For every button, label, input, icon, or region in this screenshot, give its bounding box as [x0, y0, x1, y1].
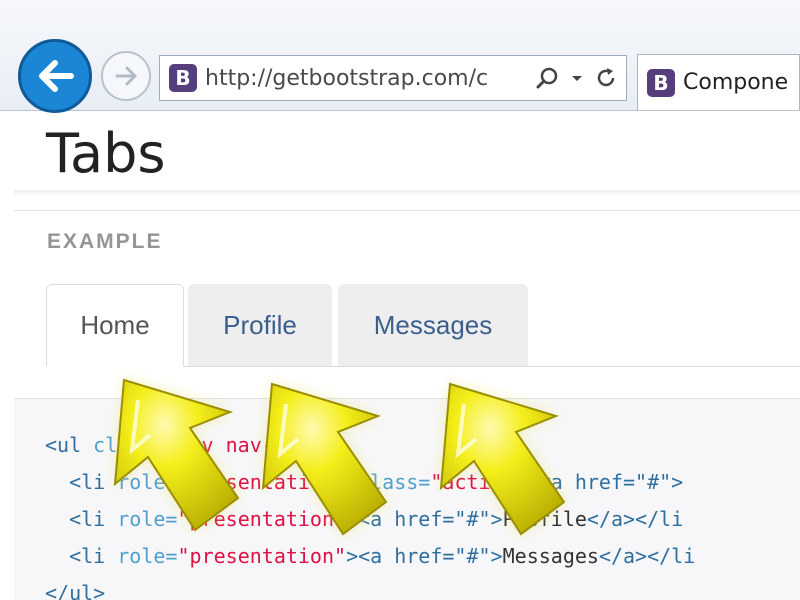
tab-label: Home — [80, 310, 150, 340]
bootstrap-favicon-icon: B — [169, 64, 197, 92]
code-line: <li role="presentation"><a href="#">Prof… — [69, 507, 684, 531]
browser-toolbar: B http://getbootstrap.com/c B Compone — [0, 0, 800, 113]
code-line: <ul class="nav nav-tabs"> — [45, 433, 347, 457]
forward-button[interactable] — [101, 51, 151, 101]
browser-tab-title: Compone — [683, 70, 789, 95]
heading-divider — [14, 190, 800, 196]
code-line: <li role="presentation"><a href="#">Mess… — [69, 544, 696, 568]
tab-label: Profile — [223, 309, 297, 340]
address-bar[interactable]: B http://getbootstrap.com/c — [159, 55, 627, 101]
code-line: </ul> — [45, 581, 106, 600]
code-block: <ul class="nav nav-tabs"> <li role="pres… — [14, 398, 800, 600]
search-icon[interactable] — [536, 66, 560, 90]
tab-label: Messages — [373, 309, 493, 340]
browser-tab[interactable]: B Compone — [637, 54, 800, 110]
tab-profile[interactable]: Profile — [188, 284, 332, 366]
example-label: EXAMPLE — [47, 230, 163, 253]
refresh-icon[interactable] — [594, 66, 618, 90]
chevron-down-icon[interactable] — [570, 71, 584, 85]
arrow-left-icon — [39, 60, 74, 92]
arrow-right-icon — [115, 66, 137, 86]
tab-home[interactable]: Home — [46, 284, 184, 367]
tab-messages[interactable]: Messages — [338, 284, 528, 366]
nav-tabs: Home Profile Messages — [46, 284, 800, 367]
code-line: <li role="presentation" class="active"><… — [69, 470, 684, 494]
back-button[interactable] — [18, 39, 92, 113]
page-title: Tabs — [46, 122, 166, 185]
code-text: <ul class="nav nav-tabs"> <li role="pres… — [45, 427, 695, 600]
bootstrap-favicon-icon: B — [647, 68, 675, 97]
page-content: Tabs EXAMPLE Home Profile Messages <ul c… — [14, 110, 800, 600]
url-text[interactable]: http://getbootstrap.com/c — [205, 66, 505, 91]
